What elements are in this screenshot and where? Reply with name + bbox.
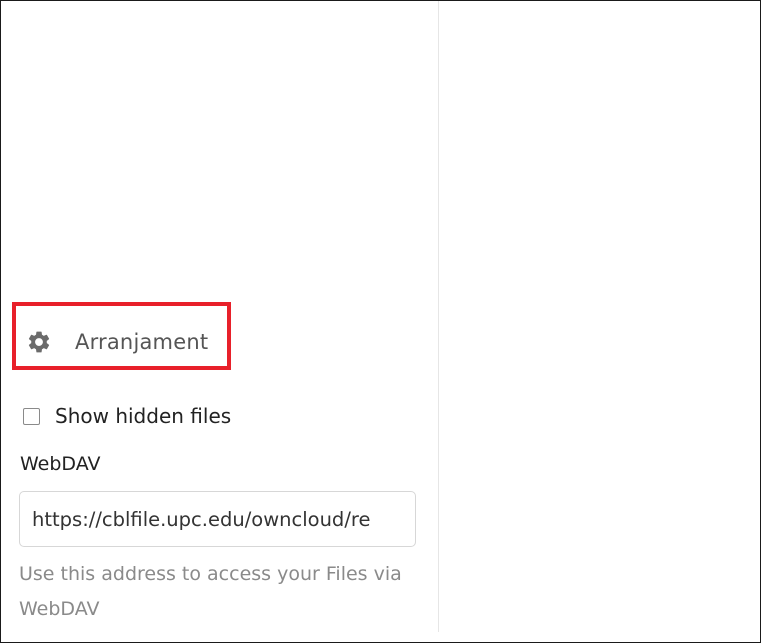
show-hidden-files-label[interactable]: Show hidden files: [55, 404, 231, 428]
settings-label: Arranjament: [75, 330, 209, 354]
settings-toggle[interactable]: Arranjament: [26, 327, 208, 357]
webdav-heading: WebDAV: [20, 453, 101, 475]
app-window: Arranjament Show hidden files WebDAV Use…: [0, 0, 761, 643]
webdav-help-text: Use this address to access your Files vi…: [19, 563, 402, 620]
show-hidden-files-row[interactable]: Show hidden files: [23, 403, 231, 429]
show-hidden-files-checkbox[interactable]: [23, 407, 40, 425]
gear-icon: [26, 329, 52, 355]
webdav-url-field[interactable]: [19, 491, 416, 547]
files-sidebar: Arranjament Show hidden files WebDAV Use…: [1, 1, 439, 632]
